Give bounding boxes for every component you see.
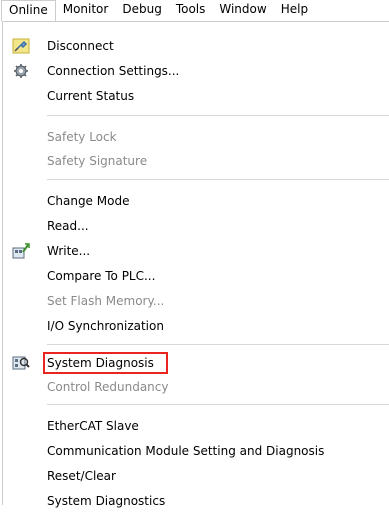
menu-item-label: Connection Settings... [47, 64, 180, 78]
menu-item-label: Set Flash Memory... [47, 294, 165, 308]
connection-settings-icon [12, 63, 30, 79]
menu-separator [47, 179, 389, 180]
online-dropdown-menu: Disconnect Connection Settings... Curren… [2, 21, 389, 508]
menu-item-reset-clear[interactable]: Reset/Clear [3, 465, 389, 487]
menu-item-label: Current Status [47, 89, 135, 103]
menu-separator [47, 115, 389, 116]
menu-item-label: Read... [47, 219, 89, 233]
menu-item-label: Compare To PLC... [47, 269, 156, 283]
menu-item-label: Communication Module Setting and Diagnos… [47, 444, 325, 458]
menu-item-label: Reset/Clear [47, 469, 116, 483]
menu-tools[interactable]: Tools [169, 0, 213, 21]
menu-item-set-flash-memory: Set Flash Memory... [3, 290, 389, 312]
system-diagnosis-icon [12, 355, 30, 371]
menu-debug[interactable]: Debug [115, 0, 168, 21]
menu-separator [47, 344, 389, 345]
disconnect-icon [12, 38, 30, 54]
menu-item-label: Disconnect [47, 39, 114, 53]
menu-item-label: Safety Signature [47, 154, 148, 168]
menu-item-change-mode[interactable]: Change Mode [3, 190, 389, 212]
menu-item-system-diagnostics[interactable]: System Diagnostics [3, 490, 389, 512]
menu-item-io-synchronization[interactable]: I/O Synchronization [3, 315, 389, 337]
menu-item-write[interactable]: Write... [3, 240, 389, 262]
menu-item-current-status[interactable]: Current Status [3, 85, 389, 107]
menu-item-control-redundancy: Control Redundancy [3, 376, 389, 398]
menu-item-label: I/O Synchronization [47, 319, 164, 333]
menu-online[interactable]: Online [1, 0, 56, 21]
menu-item-label: Safety Lock [47, 130, 117, 144]
menu-window[interactable]: Window [212, 0, 273, 21]
menu-item-label: System Diagnostics [47, 494, 166, 508]
menu-item-label: Control Redundancy [47, 380, 169, 394]
menu-item-safety-signature: Safety Signature [3, 150, 389, 172]
menu-item-compare-to-plc[interactable]: Compare To PLC... [3, 265, 389, 287]
highlight-box [43, 352, 168, 374]
menu-item-label: EtherCAT Slave [47, 419, 139, 433]
menu-item-disconnect[interactable]: Disconnect [3, 35, 389, 57]
menu-separator [47, 404, 389, 405]
menu-item-connection-settings[interactable]: Connection Settings... [3, 60, 389, 82]
menu-item-system-diagnosis[interactable]: System Diagnosis [3, 352, 389, 374]
menu-item-read[interactable]: Read... [3, 215, 389, 237]
menu-item-safety-lock: Safety Lock [3, 126, 389, 148]
menu-item-label: Write... [47, 244, 91, 258]
menu-help[interactable]: Help [274, 0, 315, 21]
menu-monitor[interactable]: Monitor [56, 0, 116, 21]
menu-bar: Online Monitor Debug Tools Window Help [0, 0, 389, 22]
menu-item-ethercat-slave[interactable]: EtherCAT Slave [3, 415, 389, 437]
write-icon [12, 243, 30, 259]
menu-item-label: Change Mode [47, 194, 130, 208]
menu-item-communication-module[interactable]: Communication Module Setting and Diagnos… [3, 440, 389, 462]
